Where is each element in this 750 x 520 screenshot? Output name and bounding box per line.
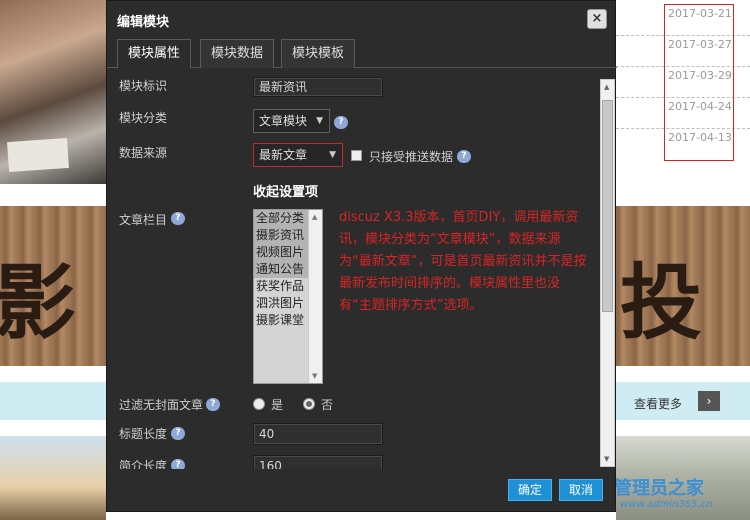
properties-form: 模块标识 最新资讯 模块分类 文章模块 ▼ ? 数据来源 最新文章 ▼ 只接受推… [107, 71, 602, 469]
cancel-button[interactable]: 取消 [559, 479, 604, 501]
scroll-down-icon[interactable]: ▼ [312, 372, 317, 380]
scroll-up-icon[interactable]: ▲ [604, 83, 609, 91]
module-id-input[interactable]: 最新资讯 [253, 77, 383, 97]
help-icon[interactable]: ? [171, 212, 185, 225]
scroll-down-icon[interactable]: ▼ [604, 455, 609, 463]
title-length-input[interactable]: 40 [253, 423, 383, 445]
help-icon[interactable]: ? [171, 459, 185, 469]
summary-length-label: 简介长度 [119, 459, 168, 469]
tab-module-data[interactable]: 模块数据 [200, 39, 275, 68]
data-source-value: 最新文章 [259, 148, 308, 162]
view-more-link[interactable]: 查看更多 [634, 395, 682, 412]
chevron-down-icon: ▼ [316, 116, 323, 126]
help-icon[interactable]: ? [171, 427, 185, 440]
push-only-checkbox[interactable] [351, 150, 362, 161]
chevron-right-icon[interactable]: › [698, 391, 720, 411]
background-photo-calligraphy [0, 436, 106, 520]
listbox-scrollbar[interactable]: ▲ ▼ [308, 210, 322, 383]
tab-module-properties[interactable]: 模块属性 [117, 39, 192, 68]
scrollbar-thumb[interactable] [602, 100, 613, 312]
radio-yes[interactable] [253, 398, 265, 410]
collapse-settings-toggle[interactable]: 收起设置项 [253, 181, 318, 200]
edit-module-dialog: 编辑模块 × 模块属性 模块数据 模块模板 模块标识 最新资讯 模块分类 文章模… [106, 0, 617, 512]
tab-module-template[interactable]: 模块模板 [281, 39, 356, 68]
module-category-value: 文章模块 [259, 114, 308, 128]
radio-no[interactable] [303, 398, 315, 410]
filter-nocover-label: 过滤无封面文章 [119, 398, 204, 412]
banner-char: 投 [620, 255, 703, 351]
dialog-title: 编辑模块 [117, 15, 170, 30]
radio-no-label: 否 [321, 398, 334, 412]
module-id-label: 模块标识 [119, 79, 168, 93]
banner-char: 影 [0, 255, 77, 351]
close-icon[interactable]: × [587, 9, 607, 29]
data-source-label: 数据来源 [119, 146, 168, 160]
title-length-label: 标题长度 [119, 427, 168, 441]
highlight-box [664, 4, 734, 161]
help-icon[interactable]: ? [334, 116, 348, 129]
chevron-down-icon: ▼ [329, 150, 336, 160]
help-icon[interactable]: ? [206, 398, 220, 411]
watermark-logo: 管理员之家 [614, 478, 704, 499]
module-category-label: 模块分类 [119, 111, 168, 125]
module-category-select[interactable]: 文章模块 ▼ [253, 109, 330, 133]
radio-yes-label: 是 [271, 398, 284, 412]
dialog-scrollbar[interactable]: ▲ ▼ [600, 79, 615, 467]
scroll-up-icon[interactable]: ▲ [312, 213, 317, 221]
watermark-url: www.admin365.cn [620, 499, 713, 510]
data-source-select[interactable]: 最新文章 ▼ [253, 143, 343, 167]
help-icon[interactable]: ? [457, 150, 471, 163]
background-photo-meeting [0, 0, 106, 184]
push-only-label: 只接受推送数据 [369, 150, 454, 164]
confirm-button[interactable]: 确定 [508, 479, 553, 501]
article-column-label: 文章栏目 [119, 213, 168, 227]
annotation-note: discuz X3.3版本，首页DIY，调用最新资讯，模块分类为“文章模块”，数… [339, 210, 587, 313]
summary-length-input[interactable]: 160 [253, 455, 383, 469]
